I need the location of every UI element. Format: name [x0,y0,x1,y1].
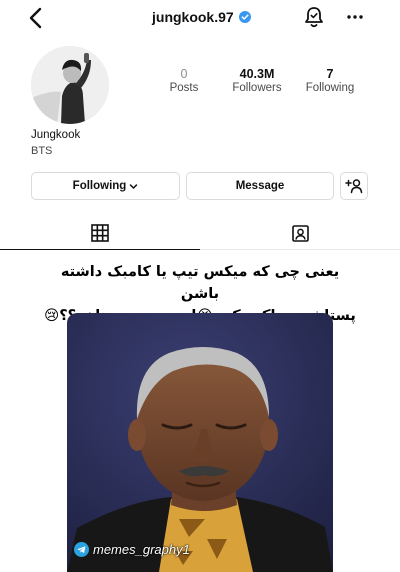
tagged-person-icon [291,224,309,242]
stat-value: 0 [180,67,188,81]
post-caption-line: یعنی چی که میکس تیپ یا کامبک داشته باشن [60,264,340,302]
profile-handle-group: jungkook.97 [152,9,251,25]
stat-value: 40.3M [239,67,275,81]
tab-posts-grid[interactable] [0,216,200,250]
stat-followers[interactable]: 40.3M Followers [225,67,289,96]
more-horizontal-icon[interactable] [346,8,364,26]
verified-badge-icon [238,11,251,23]
suggested-users-button[interactable] [340,172,368,200]
stat-posts[interactable]: 0 Posts [152,67,216,96]
telegram-icon [74,542,89,557]
watermark: memes_graphy1 [74,542,190,557]
stat-following[interactable]: 7 Following [298,67,362,96]
profile-photo [31,46,109,124]
stat-label: Followers [232,82,282,94]
chevron-down-icon [130,183,138,189]
following-button[interactable]: Following [31,172,180,200]
meme-image [67,313,333,572]
profile-name: Jungkook [31,129,81,141]
profile-stats: 0 Posts 40.3M Followers 7 Following [152,67,362,96]
profile-tabs [0,216,400,250]
add-user-icon [345,179,363,194]
watermark-text: memes_graphy1 [93,542,190,557]
chevron-left-icon[interactable] [26,6,46,30]
stat-value: 7 [326,67,334,81]
tab-tagged[interactable] [200,216,400,250]
stat-label: Following [305,82,355,94]
stat-label: Posts [169,82,199,94]
profile-bio: BTS [31,145,53,157]
bell-icon[interactable] [303,5,325,29]
avatar[interactable] [31,46,109,124]
top-bar: jungkook.97 [0,0,400,36]
grid-icon [91,223,109,242]
message-button[interactable]: Message [186,172,334,200]
message-button-label: Message [235,180,285,192]
post-image[interactable] [67,313,333,572]
following-button-label: Following [72,180,127,192]
profile-handle: jungkook.97 [152,9,234,25]
